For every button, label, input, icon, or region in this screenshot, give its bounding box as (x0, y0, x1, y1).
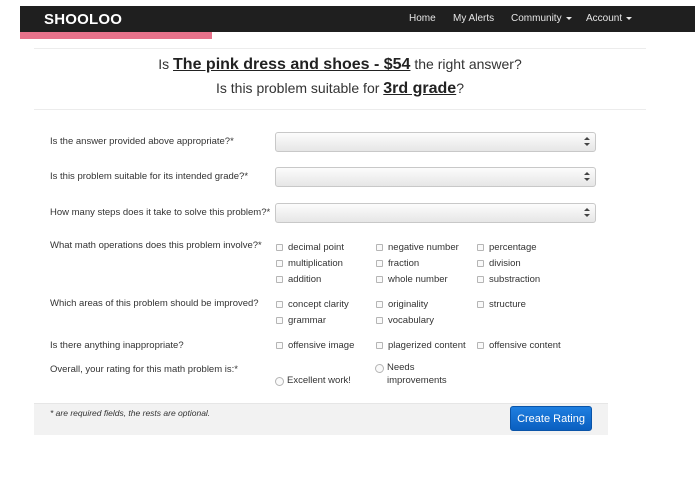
checkbox-substraction[interactable]: substraction (477, 274, 540, 285)
nav-community[interactable]: Community (511, 13, 572, 24)
answer-value[interactable]: The pink dress and shoes - $54 (173, 56, 410, 73)
checkbox-fraction[interactable]: fraction (376, 258, 419, 269)
checkbox-box[interactable] (477, 260, 484, 267)
grade-value[interactable]: 3rd grade (383, 80, 456, 97)
checkbox-box[interactable] (477, 276, 484, 283)
checkbox-addition[interactable]: addition (276, 274, 321, 285)
nav-account-label: Account (586, 13, 623, 24)
checkbox-decimal-point[interactable]: decimal point (276, 242, 344, 253)
checkbox-label: addition (288, 274, 322, 285)
checkbox-plagerized-content[interactable]: plagerized content (376, 340, 466, 351)
checkbox-box[interactable] (477, 342, 484, 349)
top-navbar: SHOOLOO Home My Alerts Community Account (20, 6, 695, 32)
checkbox-whole-number[interactable]: whole number (376, 274, 448, 285)
checkbox-concept-clarity[interactable]: concept clarity (276, 299, 349, 310)
checkbox-box[interactable] (376, 244, 383, 251)
checkbox-originality[interactable]: originality (376, 299, 428, 310)
checkbox-label: offensive image (288, 340, 355, 351)
checkbox-box[interactable] (477, 244, 484, 251)
label-improve: Which areas of this problem should be im… (50, 298, 259, 309)
nav-community-label: Community (511, 13, 562, 24)
divider (34, 109, 646, 110)
checkbox-division[interactable]: division (477, 258, 521, 269)
steps-select[interactable] (275, 203, 596, 223)
checkbox-multiplication[interactable]: multiplication (276, 258, 343, 269)
grade-question: Is this problem suitable for 3rd grade? (34, 80, 646, 98)
chevron-down-icon (626, 16, 633, 20)
checkbox-label: decimal point (288, 242, 344, 253)
checkbox-box[interactable] (276, 317, 283, 324)
grade-question-suffix: ? (456, 80, 464, 96)
label-grade-suitable: Is this problem suitable for its intende… (50, 171, 249, 182)
checkbox-label: structure (489, 299, 526, 310)
required-fields-note: * are required fields, the rests are opt… (50, 408, 211, 418)
checkbox-box[interactable] (376, 260, 383, 267)
label-steps: How many steps does it take to solve thi… (50, 207, 271, 218)
checkbox-percentage[interactable]: percentage (477, 242, 537, 253)
checkbox-box[interactable] (376, 276, 383, 283)
checkbox-label: plagerized content (388, 340, 466, 351)
grade-suitable-select[interactable] (275, 167, 596, 187)
checkbox-structure[interactable]: structure (477, 299, 526, 310)
checkbox-box[interactable] (276, 260, 283, 267)
checkbox-label: offensive content (489, 340, 561, 351)
checkbox-label: negative number (388, 242, 459, 253)
select-arrows-icon (584, 208, 590, 218)
checkbox-offensive-image[interactable]: offensive image (276, 340, 354, 351)
checkbox-label: division (489, 258, 521, 269)
nav-my-alerts[interactable]: My Alerts (453, 13, 494, 24)
divider (34, 48, 646, 49)
checkbox-box[interactable] (376, 301, 383, 308)
checkbox-box[interactable] (276, 276, 283, 283)
progress-accent-bar (20, 32, 212, 39)
radio-needs-label-line1: Needs (387, 362, 415, 373)
checkbox-box[interactable] (276, 342, 283, 349)
answer-question-prefix: Is (158, 56, 174, 72)
checkbox-label: percentage (489, 242, 537, 253)
answer-question-suffix: the right answer? (410, 56, 522, 72)
radio-excellent[interactable] (275, 377, 284, 386)
checkbox-label: concept clarity (288, 299, 349, 310)
radio-needs-improvements[interactable] (375, 364, 384, 373)
checkbox-label: whole number (388, 274, 448, 285)
grade-question-prefix: Is this problem suitable for (215, 80, 384, 96)
chevron-down-icon (565, 16, 572, 20)
checkbox-box[interactable] (276, 301, 283, 308)
checkbox-grammar[interactable]: grammar (276, 315, 326, 326)
select-arrows-icon (584, 137, 590, 147)
checkbox-box[interactable] (376, 317, 383, 324)
select-arrows-icon (584, 172, 590, 182)
checkbox-offensive-content[interactable]: offensive content (477, 340, 561, 351)
create-rating-button[interactable]: Create Rating (510, 406, 592, 431)
checkbox-negative-number[interactable]: negative number (376, 242, 459, 253)
checkbox-label: originality (388, 299, 429, 310)
checkbox-label: vocabulary (388, 315, 434, 326)
checkbox-label: substraction (489, 274, 541, 285)
checkbox-label: fraction (388, 258, 420, 269)
radio-needs-label-line2: improvements (387, 375, 447, 386)
checkbox-box[interactable] (477, 301, 484, 308)
radio-excellent-label: Excellent work! (287, 375, 351, 386)
label-rating: Overall, your rating for this math probl… (50, 364, 238, 375)
checkbox-box[interactable] (376, 342, 383, 349)
answer-appropriate-select[interactable] (275, 132, 596, 152)
checkbox-box[interactable] (276, 244, 283, 251)
label-answer-appropriate: Is the answer provided above appropriate… (50, 136, 234, 147)
label-inappropriate: Is there anything inappropriate? (50, 340, 184, 351)
label-operations: What math operations does this problem i… (50, 240, 262, 251)
checkbox-label: grammar (288, 315, 327, 326)
nav-home[interactable]: Home (409, 13, 436, 24)
nav-account[interactable]: Account (586, 13, 633, 24)
answer-question: Is The pink dress and shoes - $54 the ri… (34, 56, 646, 74)
checkbox-label: multiplication (288, 258, 343, 269)
checkbox-vocabulary[interactable]: vocabulary (376, 315, 434, 326)
brand-logo[interactable]: SHOOLOO (44, 11, 122, 28)
